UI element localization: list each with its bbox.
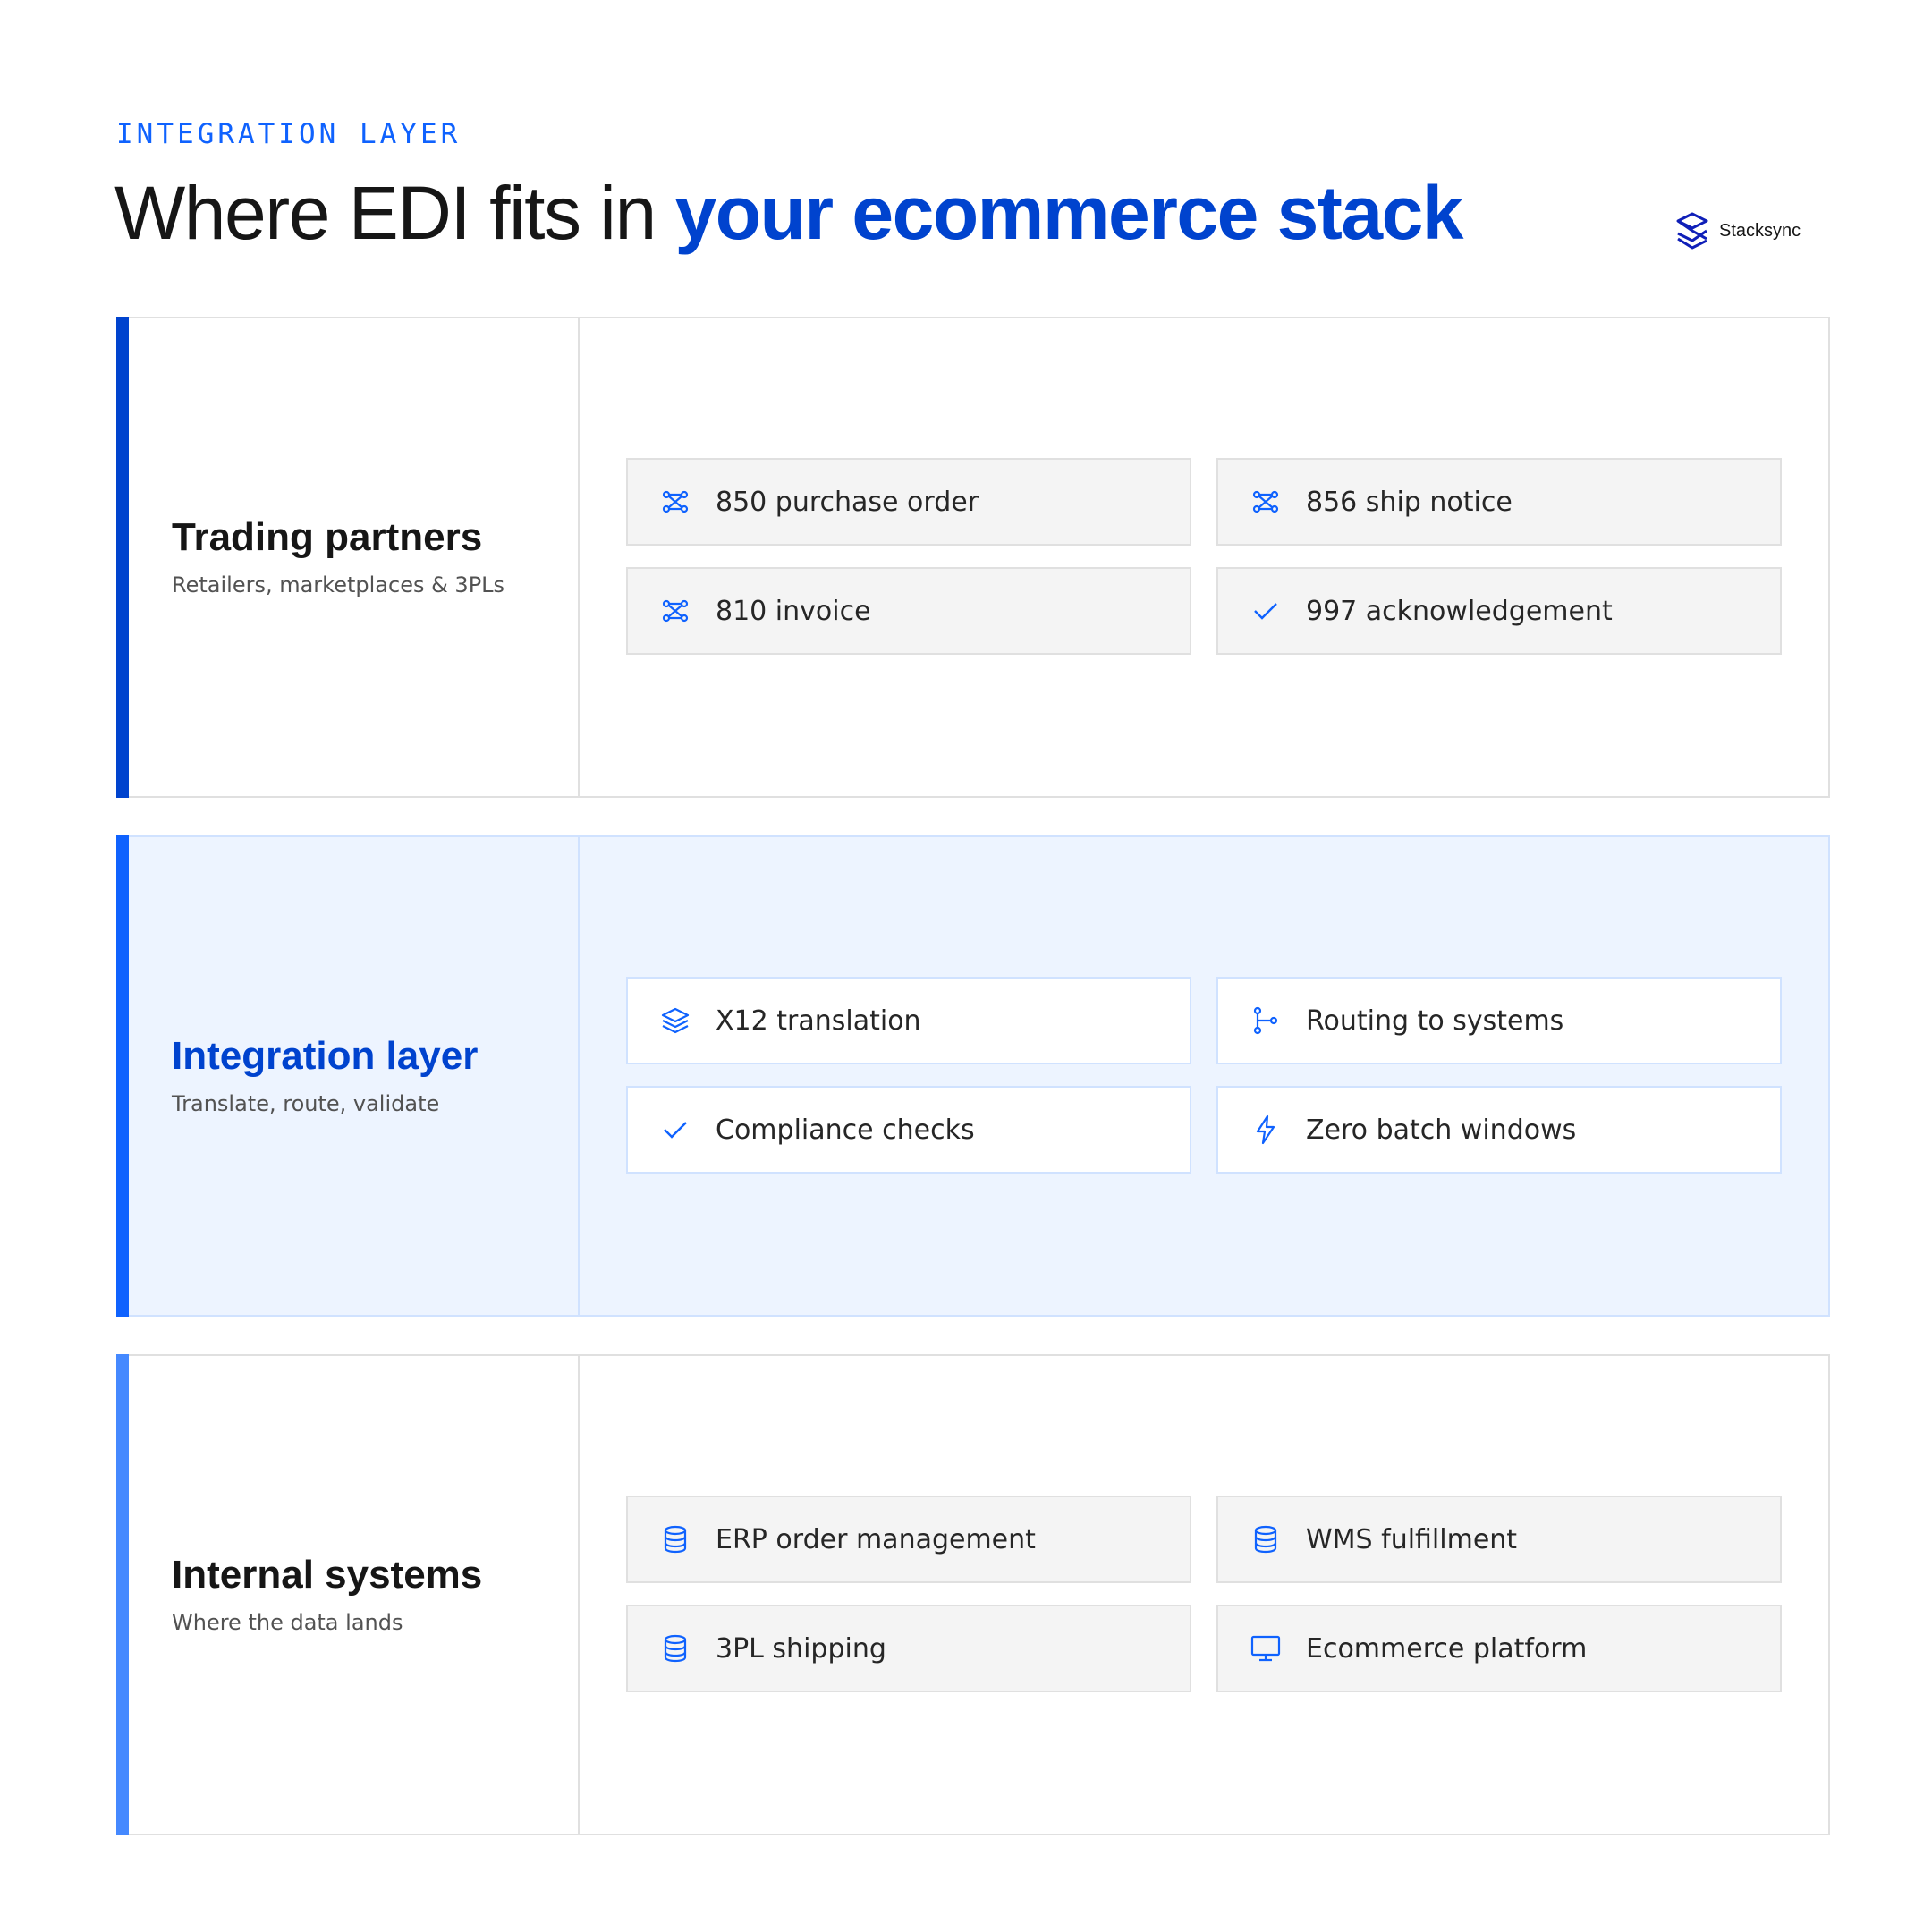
layer-subtitle: Retailers, marketplaces & 3PLs	[172, 572, 505, 597]
chip-3pl-shipping: 3PL shipping	[626, 1605, 1191, 1692]
layer-accent-bar	[116, 1354, 129, 1835]
layer-integration: Integration layer Translate, route, vali…	[116, 835, 1830, 1317]
title-accent: your ecommerce stack	[674, 171, 1464, 255]
layer-title: Internal systems	[172, 1553, 483, 1597]
chip-ecommerce-platform: Ecommerce platform	[1216, 1605, 1782, 1692]
layer-accent-bar	[116, 317, 129, 798]
chip-label: 850 purchase order	[716, 486, 979, 518]
flow-icon	[660, 487, 691, 517]
chip-label: 997 acknowledgement	[1306, 595, 1613, 627]
chip-label: Compliance checks	[716, 1114, 975, 1146]
branch-icon	[1250, 1005, 1281, 1036]
chip-compliance-checks: Compliance checks	[626, 1086, 1191, 1174]
layer-internal-systems: Internal systems Where the data lands ER…	[116, 1354, 1830, 1835]
checkmark-icon	[660, 1114, 691, 1145]
page-title: Where EDI fits in your ecommerce stack	[114, 170, 1464, 257]
flow-icon	[1250, 487, 1281, 517]
layer-divider	[578, 1356, 580, 1834]
layer-title: Trading partners	[172, 515, 483, 559]
layer-divider	[578, 837, 580, 1315]
layer-divider	[578, 318, 580, 796]
checkmark-icon	[1250, 596, 1281, 626]
title-plain: Where EDI fits in	[114, 171, 675, 255]
item-grid: X12 translation Routing to systems Compl…	[626, 977, 1782, 1174]
flow-icon	[660, 596, 691, 626]
brand-logo: Stacksync	[1674, 211, 1801, 250]
item-grid: 850 purchase order 856 ship notice 810 i…	[626, 458, 1782, 655]
stacksync-logo-icon	[1676, 212, 1708, 250]
chip-label: WMS fulfillment	[1306, 1523, 1518, 1555]
chip-wms-fulfillment: WMS fulfillment	[1216, 1496, 1782, 1583]
layer-title: Integration layer	[172, 1034, 479, 1078]
layer-trading-partners: Trading partners Retailers, marketplaces…	[116, 317, 1830, 798]
chip-label: 856 ship notice	[1306, 486, 1513, 518]
monitor-icon	[1250, 1633, 1281, 1664]
chip-label: 810 invoice	[716, 595, 871, 627]
chip-label: Routing to systems	[1306, 1004, 1564, 1037]
layer-subtitle: Where the data lands	[172, 1610, 403, 1635]
chip-erp-order-management: ERP order management	[626, 1496, 1191, 1583]
chip-x12-translation: X12 translation	[626, 977, 1191, 1064]
layer-accent-bar	[116, 835, 129, 1317]
brand-name: Stacksync	[1719, 220, 1801, 241]
chip-850-purchase-order: 850 purchase order	[626, 458, 1191, 546]
eyebrow-label: INTEGRATION LAYER	[116, 118, 462, 150]
database-icon	[660, 1633, 691, 1664]
database-icon	[660, 1524, 691, 1555]
lightning-icon	[1250, 1114, 1281, 1145]
chip-label: Zero batch windows	[1306, 1114, 1577, 1146]
database-icon	[1250, 1524, 1281, 1555]
chip-997-acknowledgement: 997 acknowledgement	[1216, 567, 1782, 655]
chip-label: 3PL shipping	[716, 1632, 886, 1665]
item-grid: ERP order management WMS fulfillment 3PL…	[626, 1496, 1782, 1692]
chip-routing-to-systems: Routing to systems	[1216, 977, 1782, 1064]
chip-810-invoice: 810 invoice	[626, 567, 1191, 655]
chip-zero-batch-windows: Zero batch windows	[1216, 1086, 1782, 1174]
chip-label: ERP order management	[716, 1523, 1036, 1555]
layers-icon	[660, 1005, 691, 1036]
chip-label: Ecommerce platform	[1306, 1632, 1588, 1665]
chip-label: X12 translation	[716, 1004, 921, 1037]
chip-856-ship-notice: 856 ship notice	[1216, 458, 1782, 546]
layer-subtitle: Translate, route, validate	[172, 1091, 440, 1116]
